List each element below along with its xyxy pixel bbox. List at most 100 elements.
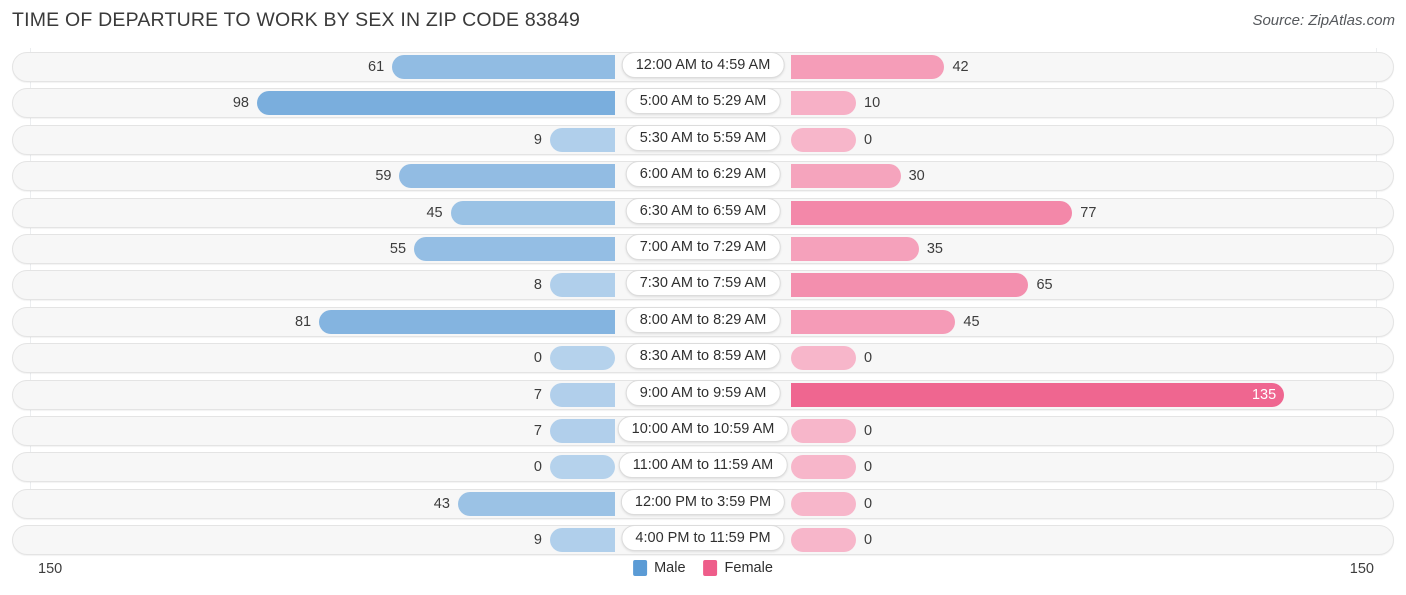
- bar-value-female: 42: [952, 59, 969, 75]
- bar-rows: 61 42 12:00 AM to 4:59 AM 98 10 5:00 AM to 5:…: [0, 50, 1406, 559]
- bar-value-male: 81: [294, 313, 312, 330]
- category-label: 6:00 AM to 6:29 AM: [625, 161, 781, 188]
- bar-value-female: 0: [864, 495, 873, 512]
- table-row: 0 0 11:00 AM to 11:59 AM: [0, 450, 1406, 486]
- bar-value-female: 0: [864, 532, 873, 549]
- table-row: 61 42 12:00 AM to 4:59 AM: [0, 50, 1406, 86]
- legend-label-male: Male: [654, 560, 686, 576]
- table-row: 9 0 5:30 AM to 5:59 AM: [0, 123, 1406, 159]
- legend-swatch-female-icon: [703, 560, 718, 576]
- category-label: 12:00 PM to 3:59 PM: [620, 488, 786, 515]
- bar-male[interactable]: [550, 382, 615, 407]
- bar-value-female: 0: [864, 459, 873, 476]
- category-label: 10:00 AM to 10:59 AM: [617, 415, 789, 442]
- bar-value-male: 0: [533, 459, 542, 476]
- category-label: 7:00 AM to 7:29 AM: [625, 233, 781, 260]
- bar-value-female: 10: [864, 95, 881, 112]
- legend-item-male[interactable]: Male: [633, 560, 686, 576]
- chart-header: TIME OF DEPARTURE TO WORK BY SEX IN ZIP …: [0, 0, 1406, 44]
- bar-value-female: 45: [963, 313, 980, 330]
- table-row: 0 0 8:30 AM to 8:59 AM: [0, 341, 1406, 377]
- bar-value-male: 7: [533, 422, 542, 439]
- bar-value-male: 43: [433, 495, 450, 512]
- bar-female[interactable]: [791, 164, 901, 189]
- category-label: 4:00 PM to 11:59 PM: [621, 525, 785, 552]
- bar-value-male: 7: [533, 386, 542, 403]
- bar-value-female: 0: [864, 350, 873, 367]
- bar-female[interactable]: [791, 236, 919, 261]
- category-label: 8:30 AM to 8:59 AM: [625, 343, 781, 370]
- bar-value-female: 30: [908, 168, 925, 185]
- bar-male[interactable]: [399, 164, 615, 189]
- bar-male[interactable]: [450, 200, 615, 225]
- category-label: 5:00 AM to 5:29 AM: [625, 88, 781, 115]
- table-row: 98 10 5:00 AM to 5:29 AM: [0, 86, 1406, 122]
- bar-male[interactable]: [457, 491, 615, 516]
- bar-value-female: 77: [1080, 204, 1097, 221]
- bar-female[interactable]: [791, 127, 856, 152]
- bar-male[interactable]: [392, 55, 615, 79]
- bar-female[interactable]: [791, 382, 1285, 407]
- category-label: 7:30 AM to 7:59 AM: [625, 270, 781, 297]
- bar-female[interactable]: [791, 273, 1029, 298]
- table-row: 55 35 7:00 AM to 7:29 AM: [0, 232, 1406, 268]
- bar-value-female: 0: [864, 422, 873, 439]
- bar-male[interactable]: [550, 273, 615, 298]
- table-row: 9 0 4:00 PM to 11:59 PM: [0, 523, 1406, 559]
- category-label: 11:00 AM to 11:59 AM: [618, 452, 788, 479]
- bar-value-female: 0: [864, 131, 873, 148]
- table-row: 8 65 7:30 AM to 7:59 AM: [0, 268, 1406, 304]
- bar-male[interactable]: [550, 528, 615, 553]
- table-row: 59 30 6:00 AM to 6:29 AM: [0, 159, 1406, 195]
- bar-value-male: 8: [533, 277, 542, 294]
- category-label: 5:30 AM to 5:59 AM: [625, 124, 781, 151]
- bar-male[interactable]: [550, 418, 615, 443]
- bar-male[interactable]: [256, 91, 615, 116]
- bar-value-male: 55: [389, 240, 407, 257]
- chart-root: TIME OF DEPARTURE TO WORK BY SEX IN ZIP …: [0, 0, 1406, 595]
- bar-value-female: 65: [1036, 277, 1053, 294]
- bar-female[interactable]: [791, 418, 856, 443]
- bar-value-male: 0: [533, 350, 542, 367]
- bar-male[interactable]: [550, 127, 615, 152]
- legend-swatch-male-icon: [633, 560, 648, 576]
- bar-value-male: 98: [232, 95, 249, 112]
- bar-male[interactable]: [550, 346, 615, 371]
- bar-female[interactable]: [791, 346, 856, 371]
- bar-female[interactable]: [791, 200, 1073, 225]
- source-attribution: Source: ZipAtlas.com: [1252, 12, 1395, 29]
- chart-footer: 150 150 Male Female: [0, 555, 1406, 595]
- bar-value-female: 135: [1251, 386, 1277, 403]
- legend-label-female: Female: [724, 560, 773, 576]
- bar-male[interactable]: [319, 309, 615, 334]
- legend: Male Female: [633, 560, 773, 576]
- bar-value-male: 61: [368, 59, 385, 75]
- bar-female[interactable]: [791, 491, 856, 516]
- table-row: 7 0 10:00 AM to 10:59 AM: [0, 414, 1406, 450]
- table-row: 81 45 8:00 AM to 8:29 AM: [0, 305, 1406, 341]
- legend-item-female[interactable]: Female: [703, 560, 773, 576]
- table-row: 43 0 12:00 PM to 3:59 PM: [0, 487, 1406, 523]
- plot-area: 61 42 12:00 AM to 4:59 AM 98 10 5:00 AM to 5:…: [0, 44, 1406, 556]
- bar-male[interactable]: [550, 455, 615, 480]
- category-label: 8:00 AM to 8:29 AM: [625, 306, 781, 333]
- bar-value-male: 59: [375, 168, 392, 185]
- bar-male[interactable]: [414, 236, 615, 261]
- axis-label-left-max: 150: [38, 561, 63, 577]
- table-row: 7 135 9:00 AM to 9:59 AM: [0, 378, 1406, 414]
- bar-value-male: 9: [533, 532, 542, 549]
- bar-female[interactable]: [791, 528, 856, 553]
- bar-value-female: 35: [926, 240, 943, 257]
- table-row: 45 77 6:30 AM to 6:59 AM: [0, 196, 1406, 232]
- bar-female[interactable]: [791, 91, 856, 116]
- bar-female[interactable]: [791, 55, 945, 79]
- bar-female[interactable]: [791, 455, 856, 480]
- category-label: 6:30 AM to 6:59 AM: [625, 197, 781, 224]
- page-title: TIME OF DEPARTURE TO WORK BY SEX IN ZIP …: [12, 9, 581, 31]
- bar-value-male: 9: [533, 131, 542, 148]
- axis-label-right-max: 150: [1349, 561, 1374, 577]
- category-label: 12:00 AM to 4:59 AM: [621, 52, 785, 78]
- bar-value-male: 45: [426, 204, 443, 221]
- bar-female[interactable]: [791, 309, 956, 334]
- category-label: 9:00 AM to 9:59 AM: [625, 379, 781, 406]
